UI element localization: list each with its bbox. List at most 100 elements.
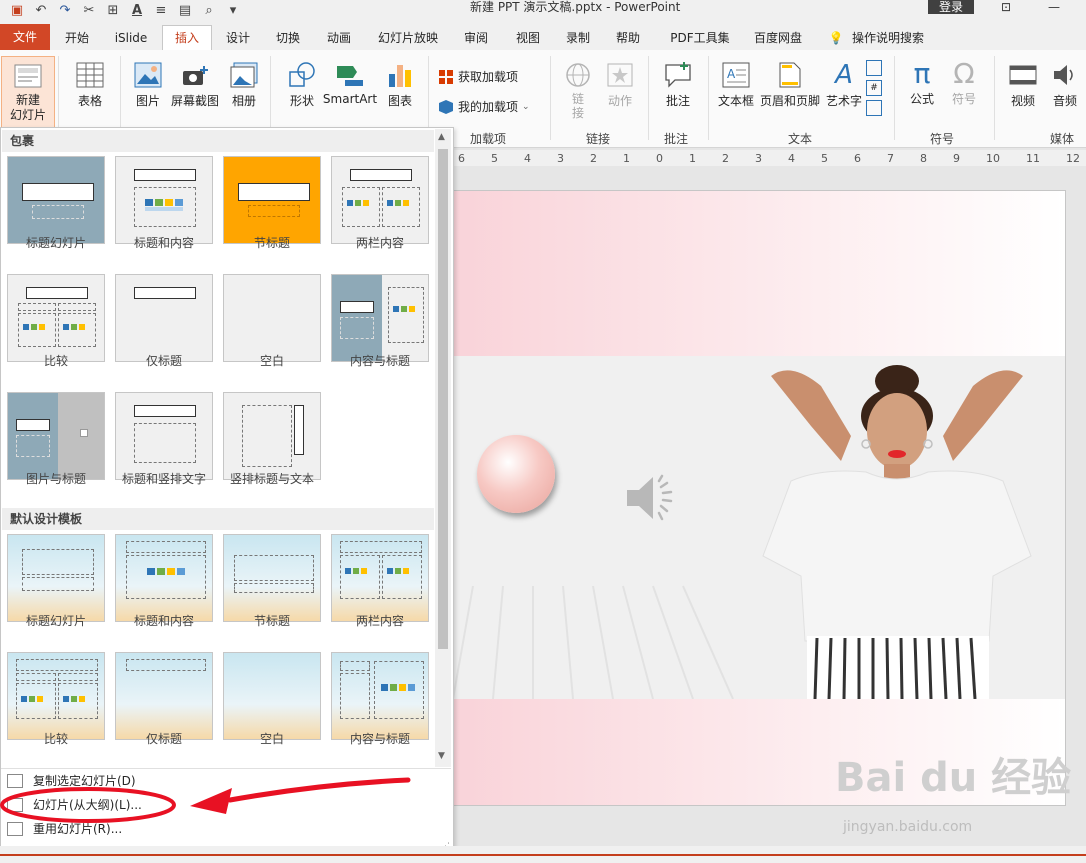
symbol-button[interactable]: Ω 符号 <box>944 60 984 107</box>
layout-title-content[interactable] <box>115 156 213 244</box>
video-button[interactable]: 视频 <box>1004 62 1042 109</box>
content-placeholder-icons <box>145 199 183 211</box>
smartart-label: SmartArt <box>322 92 378 106</box>
tab-file[interactable]: 文件 <box>0 24 50 50</box>
new-slide-button[interactable]: 新建 幻灯片 <box>1 56 55 128</box>
align-icon[interactable]: ≡ <box>152 3 170 19</box>
symbol-label: 符号 <box>951 92 976 106</box>
screenshot-button[interactable]: 屏幕截图 <box>170 62 220 109</box>
tab-baidu-netdisk[interactable]: 百度网盘 <box>746 26 810 50</box>
template-two-content[interactable] <box>331 534 429 622</box>
customize-qat-icon[interactable]: ▾ <box>224 3 242 19</box>
shapes-button[interactable]: 形状 <box>282 62 322 109</box>
tab-help[interactable]: 帮助 <box>608 26 648 50</box>
date-time-icon[interactable] <box>866 60 882 76</box>
slide-canvas[interactable] <box>452 190 1066 806</box>
gallery-scrollbar[interactable]: ▲ ▼ <box>435 129 451 767</box>
tab-review[interactable]: 审阅 <box>456 26 496 50</box>
smartart-button[interactable]: SmartArt <box>322 62 378 106</box>
scroll-up-icon[interactable]: ▲ <box>438 132 445 142</box>
layout-blank[interactable] <box>223 274 321 362</box>
font-color-icon[interactable]: A <box>128 3 146 19</box>
layout-label: 竖排标题与文本 <box>229 472 314 486</box>
my-addins-label: 我的加载项 <box>458 100 519 114</box>
new-slide-label: 新建 幻灯片 <box>9 93 46 122</box>
header-footer-button[interactable]: 页眉和页脚 <box>758 62 822 109</box>
layout-comparison[interactable] <box>7 274 105 362</box>
layout-label: 空白 <box>259 354 284 368</box>
layout-label: 标题幻灯片 <box>25 236 86 250</box>
get-addins-button[interactable]: 获取加载项 <box>438 68 538 85</box>
tab-record[interactable]: 录制 <box>558 26 598 50</box>
tab-design[interactable]: 设计 <box>218 26 258 50</box>
ruler-tick-label: 5 <box>491 152 498 165</box>
lightbulb-icon[interactable]: 💡 <box>828 26 844 50</box>
slide-number-icon[interactable]: # <box>866 80 882 96</box>
layout-title-slide[interactable] <box>7 156 105 244</box>
comment-button[interactable]: 批注 <box>658 62 698 109</box>
redo-icon[interactable]: ↷ <box>56 3 74 19</box>
tab-transitions[interactable]: 切换 <box>268 26 308 50</box>
equation-label: 公式 <box>909 92 934 106</box>
tab-view[interactable]: 视图 <box>508 26 548 50</box>
picture-icon <box>134 62 162 88</box>
layout-picture-with-caption[interactable] <box>7 392 105 480</box>
pi-icon: π <box>913 57 931 90</box>
audio-speaker-icon[interactable] <box>625 473 681 523</box>
layout-section-header[interactable] <box>223 156 321 244</box>
login-button[interactable]: 登录 <box>928 0 974 14</box>
ruler-tick-label: 1 <box>623 152 630 165</box>
wordart-button[interactable]: A 艺术字 <box>824 62 864 109</box>
table-button[interactable]: 表格 <box>70 62 110 109</box>
format-icon[interactable]: ⊞ <box>104 3 122 19</box>
layout-vertical-title-text[interactable] <box>223 392 321 480</box>
scroll-down-icon[interactable]: ▼ <box>438 751 445 761</box>
woman-photo[interactable] <box>731 356 1065 699</box>
watermark-text: Bai du 经验 <box>835 755 1072 801</box>
template-title-content[interactable] <box>115 534 213 622</box>
tab-animations[interactable]: 动画 <box>318 26 360 50</box>
minimize-icon[interactable]: — <box>1044 0 1064 14</box>
tab-insert[interactable]: 插入 <box>162 25 212 51</box>
save-icon[interactable]: ▣ <box>8 3 26 19</box>
textbox-button[interactable]: A 文本框 <box>714 62 758 109</box>
tab-pdf-tools[interactable]: PDF工具集 <box>660 26 740 50</box>
tell-me-search[interactable]: 操作说明搜索 <box>852 26 936 50</box>
object-icon[interactable] <box>866 100 882 116</box>
layout-title-only[interactable] <box>115 274 213 362</box>
layout-two-content[interactable] <box>331 156 429 244</box>
picture-button[interactable]: 图片 <box>128 62 168 109</box>
template-blank[interactable] <box>223 652 321 740</box>
template-title-only[interactable] <box>115 652 213 740</box>
my-addins-button[interactable]: 我的加载项 ⌄ <box>438 98 542 115</box>
ruler-tick-label: 4 <box>788 152 795 165</box>
status-bar-accent <box>0 854 1086 856</box>
preview-icon[interactable]: ⌕ <box>200 3 218 19</box>
ribbon-display-icon[interactable]: ⊡ <box>996 0 1016 14</box>
slide-top-band <box>453 191 1065 356</box>
template-comparison[interactable] <box>7 652 105 740</box>
circle-shape-button[interactable] <box>477 435 555 513</box>
layout-icon[interactable]: ▤ <box>176 3 194 19</box>
tab-home[interactable]: 开始 <box>56 26 98 50</box>
template-content-with-caption[interactable] <box>331 652 429 740</box>
chart-button[interactable]: 图表 <box>382 62 418 109</box>
tab-islide[interactable]: iSlide <box>108 26 154 50</box>
layout-content-with-caption[interactable] <box>331 274 429 362</box>
audio-button[interactable]: 音频 <box>1046 62 1084 109</box>
comment-label: 批注 <box>665 94 690 108</box>
layout-title-vertical-text[interactable] <box>115 392 213 480</box>
equation-button[interactable]: π 公式 <box>902 60 942 107</box>
tab-slideshow[interactable]: 幻灯片放映 <box>370 26 446 50</box>
undo-icon[interactable]: ↶ <box>32 3 50 19</box>
album-button[interactable]: 相册 <box>226 62 262 109</box>
group-label-symbols: 符号 <box>930 132 955 146</box>
action-button[interactable]: 动作 <box>602 62 638 109</box>
link-button[interactable]: 链 接 <box>560 62 596 120</box>
ribbon-tabs: 文件 开始 iSlide 插入 设计 切换 动画 幻灯片放映 审阅 视图 录制 … <box>0 22 1086 51</box>
cut-icon[interactable]: ✂ <box>80 3 98 19</box>
scrollbar-thumb[interactable] <box>438 149 448 649</box>
group-label-media: 媒体 <box>1050 132 1075 146</box>
template-section-header[interactable] <box>223 534 321 622</box>
template-title-slide[interactable] <box>7 534 105 622</box>
